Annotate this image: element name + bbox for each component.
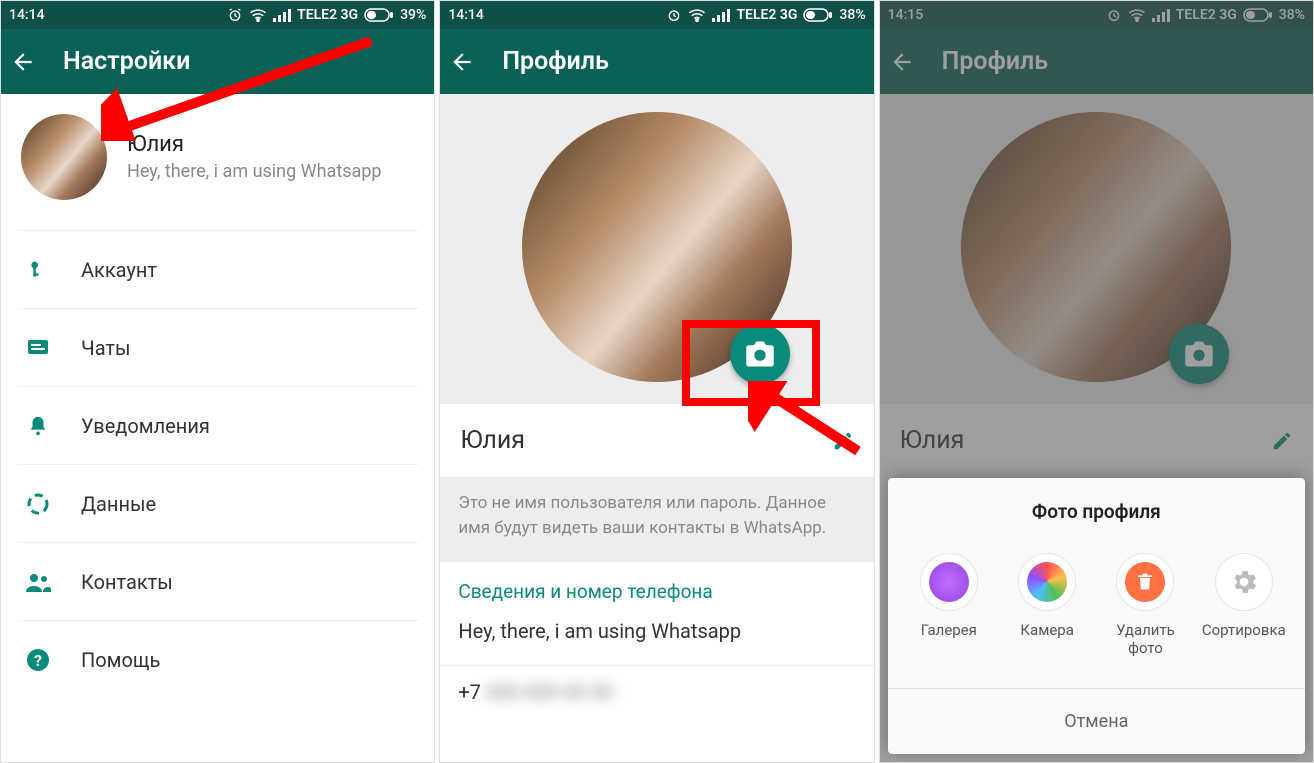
annotation-arrow — [748, 381, 868, 461]
option-camera[interactable]: Камера — [1002, 553, 1092, 659]
menu-item-account[interactable]: Аккаунт — [17, 230, 418, 308]
alarm-icon — [666, 7, 682, 23]
arrow-left-icon — [449, 49, 475, 75]
chat-icon — [25, 338, 51, 358]
statusbar: 14:14 TELE2 3G 39% — [1, 1, 434, 29]
status-value[interactable]: Hey, there, i am using Whatsapp — [440, 611, 873, 665]
battery-icon — [803, 8, 833, 22]
menu-label: Уведомления — [81, 414, 210, 438]
menu-label: Аккаунт — [81, 258, 157, 282]
menu-item-contacts[interactable]: Контакты — [17, 542, 418, 620]
trash-icon — [1116, 553, 1174, 611]
status-time: 14:14 — [9, 7, 45, 23]
help-icon: ? — [25, 648, 51, 672]
bell-icon — [25, 414, 51, 438]
profile-status: Hey, there, i am using Whatsapp — [127, 161, 382, 182]
sheet-title: Фото профиля — [888, 500, 1305, 523]
status-battery: 38% — [839, 7, 865, 23]
back-button[interactable] — [9, 49, 37, 75]
battery-icon — [364, 8, 394, 22]
menu-item-data[interactable]: Данные — [17, 464, 418, 542]
camera-colorwheel-icon — [1018, 553, 1076, 611]
alarm-icon — [227, 7, 243, 23]
menu-label: Данные — [81, 492, 156, 516]
screen-settings: 14:14 TELE2 3G 39% Настройки Юлия Hey, t… — [0, 0, 435, 763]
phone-prefix: +7 — [458, 680, 481, 704]
menu-label: Помощь — [81, 648, 160, 672]
profile-photo-area — [440, 94, 873, 404]
avatar[interactable] — [21, 114, 107, 200]
header-title: Профиль — [502, 47, 609, 76]
annotation-arrow — [101, 31, 381, 141]
status-carrier: TELE2 3G — [736, 7, 797, 23]
screen-photo-sheet: 14:15 TELE2 3G 38% Профиль Юлия Фото про… — [879, 0, 1314, 763]
option-delete[interactable]: Удалить фото — [1100, 553, 1190, 659]
contacts-icon — [25, 572, 51, 592]
option-gallery[interactable]: Галерея — [904, 553, 994, 659]
section-title: Сведения и номер телефона — [440, 562, 873, 611]
signal-icon — [712, 8, 730, 22]
status-carrier: TELE2 3G — [297, 7, 358, 23]
svg-text:?: ? — [34, 651, 42, 670]
arrow-left-icon — [10, 49, 36, 75]
gallery-icon — [920, 553, 978, 611]
option-label: Сортировка — [1202, 621, 1286, 640]
gear-icon — [1215, 553, 1273, 611]
wifi-icon — [249, 8, 267, 22]
status-battery: 39% — [400, 7, 426, 23]
menu-item-notifications[interactable]: Уведомления — [17, 386, 418, 464]
option-label: Камера — [1020, 621, 1073, 640]
signal-icon — [273, 8, 291, 22]
statusbar: 14:14 TELE2 3G 38% — [440, 1, 873, 29]
settings-menu: Аккаунт Чаты Уведомления Данные Контакты… — [1, 230, 434, 698]
phone-number[interactable]: +7 000 000 00 00 — [440, 665, 873, 718]
back-button[interactable] — [448, 49, 476, 75]
photo-picker-sheet: Фото профиля Галерея Камера Удалить фото — [888, 478, 1305, 755]
menu-label: Контакты — [81, 570, 173, 594]
menu-label: Чаты — [81, 336, 131, 360]
screen-profile: 14:14 TELE2 3G 38% Профиль Юлия Это не и… — [439, 0, 874, 763]
header: Профиль — [440, 29, 873, 94]
option-label: Галерея — [921, 621, 977, 640]
phone-masked: 000 000 00 00 — [486, 680, 613, 704]
profile-name: Юлия — [460, 426, 525, 455]
key-icon — [25, 257, 51, 283]
sheet-options: Галерея Камера Удалить фото Сортировка — [888, 553, 1305, 689]
option-sort[interactable]: Сортировка — [1199, 553, 1289, 659]
status-time: 14:14 — [448, 7, 484, 23]
data-icon — [25, 492, 51, 516]
menu-item-chats[interactable]: Чаты — [17, 308, 418, 386]
menu-item-help[interactable]: ? Помощь — [17, 620, 418, 698]
option-label: Удалить фото — [1100, 621, 1190, 659]
name-hint: Это не имя пользователя или пароль. Данн… — [440, 477, 873, 562]
sheet-cancel-button[interactable]: Отмена — [888, 688, 1305, 754]
wifi-icon — [688, 8, 706, 22]
